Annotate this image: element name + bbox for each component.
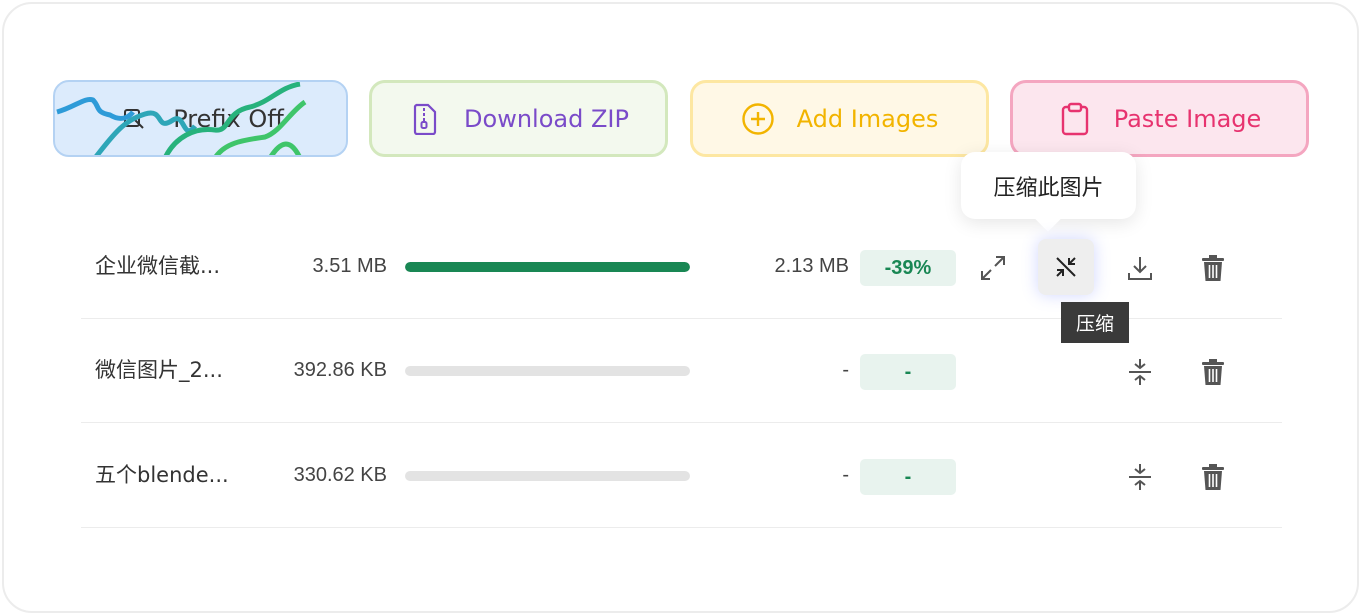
merge-vertical-icon bbox=[1129, 359, 1151, 385]
compress-button[interactable] bbox=[1116, 453, 1164, 501]
ratio-badge: -39% bbox=[860, 250, 956, 286]
file-name: 微信图片_2... bbox=[95, 358, 223, 382]
download-zip-button[interactable]: Download ZIP bbox=[369, 80, 668, 157]
compressed-size: - bbox=[842, 464, 849, 486]
original-size: 330.62 KB bbox=[293, 464, 387, 486]
progress-bar bbox=[405, 262, 690, 272]
progress-fill bbox=[405, 262, 690, 272]
download-zip-label: Download ZIP bbox=[464, 104, 629, 133]
file-row: 五个blende... 330.62 KB - - bbox=[81, 423, 1282, 528]
download-button[interactable] bbox=[1116, 244, 1164, 292]
progress-bar bbox=[405, 471, 690, 481]
original-size: 392.86 KB bbox=[293, 359, 387, 381]
compress-icon bbox=[1056, 257, 1076, 277]
delete-button[interactable] bbox=[1189, 348, 1237, 396]
paste-image-label: Paste Image bbox=[1113, 104, 1262, 133]
trash-icon bbox=[1202, 464, 1224, 490]
compressed-size: - bbox=[842, 359, 849, 381]
prefix-toggle-button[interactable]: Prefix Off bbox=[53, 80, 348, 157]
compress-tooltip: 压缩 bbox=[1061, 302, 1129, 343]
file-name: 企业微信截... bbox=[95, 254, 221, 278]
progress-bar bbox=[405, 366, 690, 376]
prefix-toggle-label: Prefix Off bbox=[173, 104, 284, 133]
download-icon bbox=[1128, 257, 1152, 280]
original-size: 3.51 MB bbox=[312, 255, 387, 277]
file-zip-icon bbox=[408, 102, 442, 136]
compress-button[interactable] bbox=[1038, 239, 1094, 295]
merge-vertical-icon bbox=[1129, 464, 1151, 490]
filter-icon bbox=[117, 102, 151, 136]
add-images-button[interactable]: Add Images bbox=[690, 80, 989, 157]
trash-icon bbox=[1202, 255, 1224, 281]
delete-button[interactable] bbox=[1189, 453, 1237, 501]
ratio-badge: - bbox=[860, 354, 956, 390]
file-name: 五个blende... bbox=[95, 463, 229, 487]
compress-popover: 压缩此图片 bbox=[961, 152, 1136, 219]
plus-circle-icon bbox=[741, 102, 775, 136]
ratio-badge: - bbox=[860, 459, 956, 495]
delete-button[interactable] bbox=[1189, 244, 1237, 292]
clipboard-icon bbox=[1058, 102, 1092, 136]
expand-icon bbox=[981, 256, 1005, 280]
compressed-size: 2.13 MB bbox=[774, 255, 849, 277]
preview-button[interactable] bbox=[969, 244, 1017, 292]
paste-image-button[interactable]: Paste Image bbox=[1010, 80, 1309, 157]
trash-icon bbox=[1202, 359, 1224, 385]
compress-button[interactable] bbox=[1116, 348, 1164, 396]
add-images-label: Add Images bbox=[796, 104, 939, 133]
